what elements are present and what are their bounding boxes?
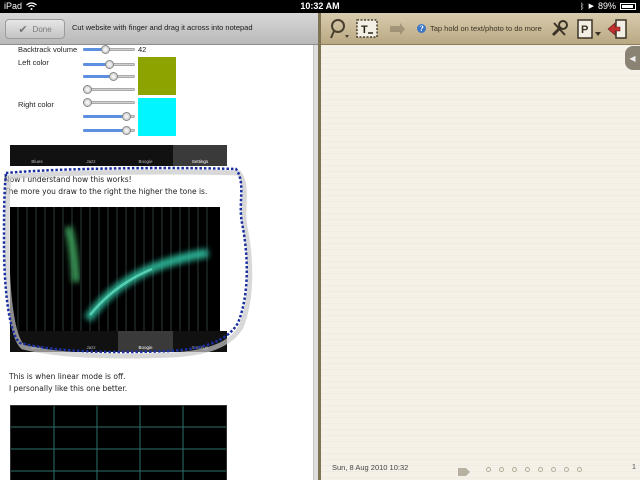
note-canvas[interactable] xyxy=(321,46,640,480)
right-color-slider-2[interactable] xyxy=(83,112,135,121)
left-color-slider-1[interactable] xyxy=(83,60,135,69)
page-dot[interactable] xyxy=(564,467,569,472)
web-toolbar: ✔ Done Cut website with finger and drag … xyxy=(0,13,318,45)
right-color-swatch xyxy=(138,98,176,136)
svg-text:T: T xyxy=(361,24,368,36)
chevron-left-icon: ◀ xyxy=(629,53,636,63)
web-content[interactable]: Backtrack volume 42 Left color Right col… xyxy=(0,45,313,480)
redo-icon[interactable] xyxy=(385,18,409,40)
checkmark-icon: ✔ xyxy=(18,23,28,36)
page-dot[interactable] xyxy=(577,467,582,472)
exit-icon[interactable] xyxy=(605,18,629,40)
svg-text:P: P xyxy=(581,24,588,36)
right-color-slider-3[interactable] xyxy=(83,126,135,135)
sidebar-toggle-tab[interactable]: ◀ xyxy=(625,46,640,70)
page-number: 1 xyxy=(631,462,636,471)
page-dot[interactable] xyxy=(525,467,530,472)
toolbar-hint: Cut website with finger and drag it acro… xyxy=(72,23,253,32)
app-screenshot-grid-mode xyxy=(10,405,227,480)
backtrack-volume-slider[interactable] xyxy=(83,45,135,54)
website-pane: ✔ Done Cut website with finger and drag … xyxy=(0,13,318,480)
done-button[interactable]: ✔ Done xyxy=(5,19,65,39)
notepad-toolbar: T ? Tap hold on text/photo to do more P xyxy=(321,13,640,45)
settings-tools-icon[interactable] xyxy=(547,18,571,40)
page-dot[interactable] xyxy=(499,467,504,472)
notepad-pane: T ? Tap hold on text/photo to do more P xyxy=(321,13,640,480)
audio-tag-icon[interactable] xyxy=(457,464,471,480)
battery-icon xyxy=(620,2,636,10)
status-time: 10:32 AM xyxy=(300,1,340,11)
grid-drawing xyxy=(11,406,226,480)
backtrack-volume-label: Backtrack volume xyxy=(18,45,78,54)
page-dot[interactable] xyxy=(512,467,517,472)
page-dot[interactable] xyxy=(551,467,556,472)
note-date: Sun, 8 Aug 2010 10:32 xyxy=(332,463,409,472)
left-color-slider-3[interactable] xyxy=(83,85,135,94)
left-color-label: Left color xyxy=(18,58,49,67)
battery-percent: 89% xyxy=(597,1,616,11)
bluetooth-icon: ᛒ xyxy=(579,1,585,11)
text-tool-icon[interactable]: T xyxy=(355,18,379,40)
paragraph-2-line-1: This is when linear mode is off. xyxy=(9,372,126,381)
page-indicator[interactable] xyxy=(486,467,582,472)
info-icon: ? xyxy=(417,24,426,33)
notepad-hint: ? Tap hold on text/photo to do more xyxy=(417,24,542,33)
lasso-selection[interactable] xyxy=(0,163,260,363)
page-export-icon[interactable]: P xyxy=(575,18,603,40)
paragraph-2-line-2: I personally like this one better. xyxy=(9,384,128,393)
lasso-icon[interactable] xyxy=(327,18,351,40)
play-icon: ▶ xyxy=(588,3,594,10)
right-color-label: Right color xyxy=(18,100,54,109)
left-color-slider-2[interactable] xyxy=(83,72,135,81)
backtrack-volume-value: 42 xyxy=(138,45,147,54)
status-bar: iPad 10:32 AM ᛒ ▶ 89% xyxy=(0,0,640,13)
notepad-footer: Sun, 8 Aug 2010 10:32 1 xyxy=(321,458,640,480)
right-color-slider-1[interactable] xyxy=(83,98,135,107)
page-dot[interactable] xyxy=(538,467,543,472)
left-color-swatch xyxy=(138,57,176,95)
page-dot[interactable] xyxy=(486,467,491,472)
